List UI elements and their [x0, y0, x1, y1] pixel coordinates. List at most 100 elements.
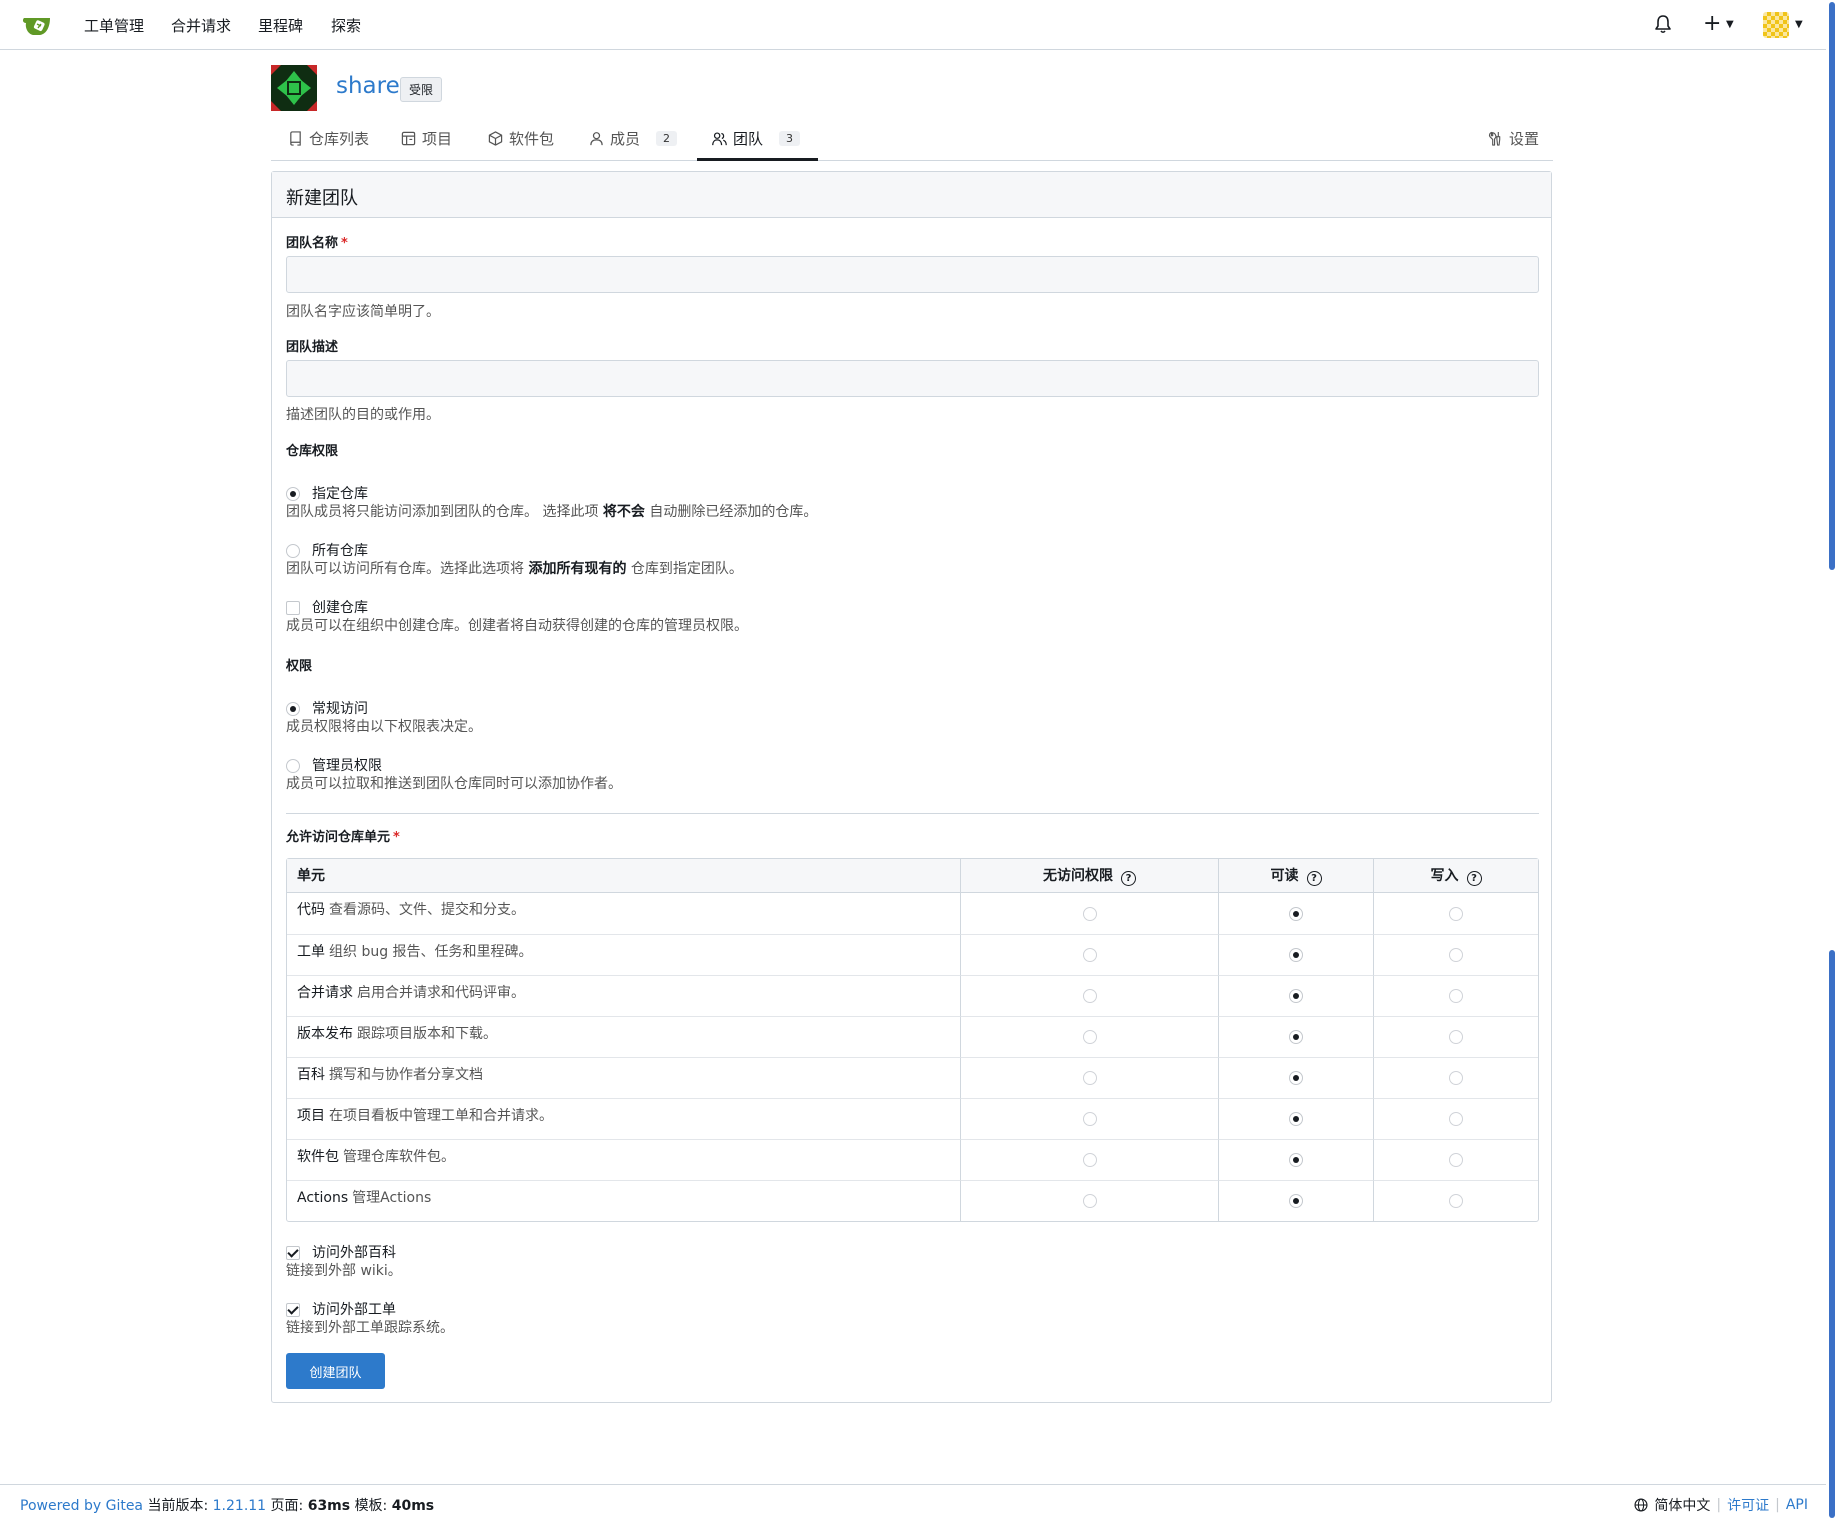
nav-issues[interactable]: 工单管理 — [84, 15, 144, 36]
create-new-icon[interactable]: + — [1703, 11, 1721, 36]
version-link[interactable]: 1.21.11 — [213, 1498, 266, 1514]
org-tabs: 仓库列表 项目 软件包 成员 2 团队 3 设置 — [271, 120, 1553, 161]
scrollbar-thumb[interactable] — [1829, 2, 1835, 570]
tools-icon — [1488, 131, 1501, 146]
question-icon[interactable]: ? — [1466, 871, 1482, 886]
external-tracker-label[interactable]: 访问外部工单 — [312, 1299, 396, 1319]
write-radio[interactable] — [1449, 1153, 1463, 1167]
write-radio[interactable] — [1449, 948, 1463, 962]
table-row: 百科 撰写和与协作者分享文档 — [287, 1057, 1538, 1098]
team-desc-label: 团队描述 — [286, 340, 339, 355]
read-radio[interactable] — [1289, 1071, 1303, 1085]
external-tracker-help: 链接到外部工单跟踪系统。 — [286, 1320, 454, 1336]
read-radio[interactable] — [1289, 989, 1303, 1003]
specific-repos-label[interactable]: 指定仓库 — [312, 483, 368, 503]
form-title: 新建团队 — [286, 188, 358, 209]
admin-access-radio[interactable] — [286, 759, 300, 773]
tab-teams[interactable]: 团队 3 — [712, 128, 801, 149]
team-desc-input[interactable] — [286, 360, 1539, 397]
table-row: 工单 组织 bug 报告、任务和里程碑。 — [287, 934, 1538, 975]
column-read: 可读? — [1218, 859, 1373, 893]
units-label: 允许访问仓库单元 * — [286, 830, 400, 845]
notification-bell-icon[interactable] — [1654, 14, 1672, 34]
create-team-button[interactable]: 创建团队 — [286, 1353, 385, 1389]
write-radio[interactable] — [1449, 1194, 1463, 1208]
question-icon[interactable]: ? — [1121, 871, 1136, 886]
no-access-radio[interactable] — [1082, 1071, 1097, 1085]
write-radio[interactable] — [1449, 906, 1463, 921]
create-repo-checkbox[interactable] — [286, 601, 300, 615]
no-access-radio[interactable] — [1082, 906, 1097, 921]
tab-repositories-label: 仓库列表 — [309, 130, 370, 148]
members-count-badge: 2 — [656, 131, 678, 146]
write-radio[interactable] — [1449, 1112, 1463, 1126]
write-radio[interactable] — [1449, 1071, 1463, 1085]
read-radio[interactable] — [1289, 906, 1303, 921]
general-access-label[interactable]: 常规访问 — [312, 698, 368, 718]
team-desc-help: 描述团队的目的或作用。 — [286, 407, 440, 423]
read-radio[interactable] — [1289, 1030, 1303, 1044]
read-radio[interactable] — [1289, 1194, 1303, 1208]
read-radio[interactable] — [1289, 1153, 1303, 1167]
language-selector[interactable]: 简体中文 — [1654, 1495, 1710, 1515]
api-link[interactable]: API — [1786, 1497, 1808, 1513]
teams-count-badge: 3 — [779, 131, 801, 146]
read-radio[interactable] — [1289, 948, 1303, 962]
external-wiki-label[interactable]: 访问外部百科 — [312, 1242, 396, 1262]
general-access-help: 成员权限将由以下权限表决定。 — [286, 719, 482, 735]
external-tracker-checkbox[interactable] — [286, 1303, 300, 1317]
tab-repositories[interactable]: 仓库列表 — [288, 128, 369, 149]
admin-access-help: 成员可以拉取和推送到团队仓库同时可以添加协作者。 — [286, 776, 622, 792]
table-row: Actions 管理Actions — [287, 1180, 1538, 1221]
footer-separator: | — [1716, 1497, 1722, 1513]
external-wiki-checkbox[interactable] — [286, 1246, 300, 1260]
user-menu-caret-icon[interactable]: ▼ — [1795, 19, 1803, 30]
powered-by-link[interactable]: Powered by Gitea — [20, 1498, 143, 1514]
template-time: 40ms — [391, 1498, 435, 1514]
org-avatar[interactable] — [271, 65, 317, 111]
read-radio[interactable] — [1289, 1112, 1303, 1126]
no-access-radio[interactable] — [1082, 948, 1097, 962]
tab-members-label: 成员 — [610, 130, 641, 148]
all-repos-radio[interactable] — [286, 544, 300, 558]
table-row: 合并请求 启用合并请求和代码评审。 — [287, 975, 1538, 1016]
write-radio[interactable] — [1449, 1030, 1463, 1044]
tab-packages[interactable]: 软件包 — [488, 128, 554, 149]
license-link[interactable]: 许可证 — [1727, 1495, 1769, 1515]
unit-cell: 版本发布 跟踪项目版本和下载。 — [287, 1016, 960, 1057]
general-access-radio[interactable] — [286, 702, 300, 716]
nav-pull-requests[interactable]: 合并请求 — [171, 15, 231, 36]
tab-projects-label: 项目 — [422, 130, 453, 148]
column-no-access: 无访问权限? — [960, 859, 1218, 893]
admin-access-label[interactable]: 管理员权限 — [312, 755, 382, 775]
org-name-link[interactable]: share — [336, 73, 400, 99]
tab-members[interactable]: 成员 2 — [589, 128, 678, 149]
team-name-input[interactable] — [286, 256, 1539, 293]
form-header: 新建团队 — [272, 172, 1551, 218]
tab-projects[interactable]: 项目 — [401, 128, 452, 149]
scrollbar-thumb-lower[interactable] — [1829, 950, 1835, 1518]
no-access-radio[interactable] — [1082, 1194, 1097, 1208]
no-access-radio[interactable] — [1082, 1153, 1097, 1167]
gitea-logo-icon[interactable] — [22, 12, 54, 38]
no-access-radio[interactable] — [1082, 989, 1097, 1003]
globe-icon — [1634, 1498, 1648, 1512]
all-repos-label[interactable]: 所有仓库 — [312, 540, 368, 560]
question-icon[interactable]: ? — [1306, 871, 1322, 886]
user-avatar[interactable] — [1763, 12, 1789, 38]
nav-milestones[interactable]: 里程碑 — [258, 15, 303, 36]
required-asterisk: * — [341, 236, 348, 251]
tab-settings[interactable]: 设置 — [1488, 128, 1539, 149]
unit-cell: 项目 在项目看板中管理工单和合并请求。 — [287, 1098, 960, 1139]
specific-repos-radio[interactable] — [286, 487, 300, 501]
no-access-radio[interactable] — [1082, 1112, 1097, 1126]
create-dropdown-caret-icon[interactable]: ▼ — [1726, 19, 1734, 30]
no-access-radio[interactable] — [1082, 1030, 1097, 1044]
repo-icon — [290, 131, 301, 146]
create-repo-label[interactable]: 创建仓库 — [312, 597, 368, 617]
unit-cell: 软件包 管理仓库软件包。 — [287, 1139, 960, 1180]
tab-teams-label: 团队 — [733, 130, 764, 148]
write-radio[interactable] — [1449, 989, 1463, 1003]
team-name-label: 团队名称 * — [286, 236, 348, 251]
nav-explore[interactable]: 探索 — [331, 15, 361, 36]
